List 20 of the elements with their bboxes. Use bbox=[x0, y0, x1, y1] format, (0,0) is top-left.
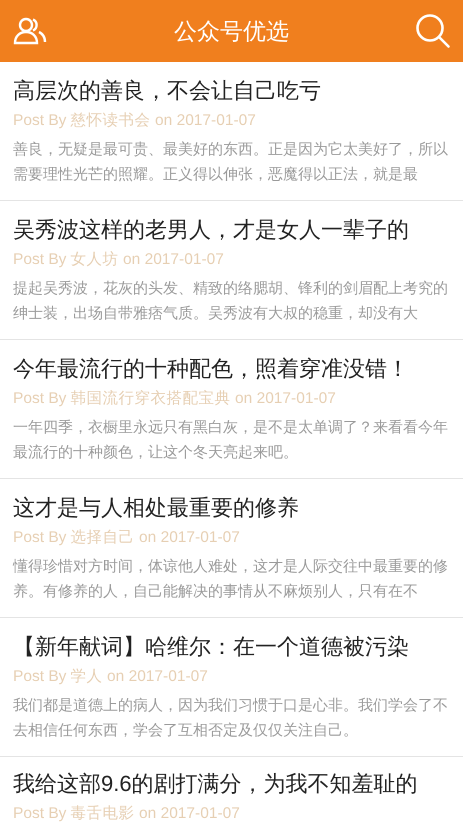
post-summary: 懂得珍惜对方时间，体谅他人难处，这才是人际交往中最重要的修养。有修养的人，自己能解决的事情从不麻烦别人，只有在不 bbox=[13, 557, 449, 602]
post-title[interactable]: 今年最流行的十种配色，照着穿准没错！ bbox=[13, 352, 409, 386]
post-meta: Post By 毒舌电影 on 2017-01-07 bbox=[13, 804, 240, 824]
post-title[interactable]: 这才是与人相处最重要的修养 bbox=[13, 491, 299, 525]
post-meta: Post By 韩国流行穿衣搭配宝典 on 2017-01-07 bbox=[13, 389, 336, 409]
post-title[interactable]: 吴秀波这样的老男人，才是女人一辈子的 bbox=[13, 213, 409, 247]
header-title: 公众号优选 bbox=[174, 16, 289, 46]
people-icon[interactable] bbox=[12, 16, 48, 46]
post-meta: Post By 慈怀读书会 on 2017-01-07 bbox=[13, 111, 256, 131]
post-meta: Post By 学人 on 2017-01-07 bbox=[13, 667, 208, 687]
post-title[interactable]: 【新年献词】哈维尔：在一个道德被污染 bbox=[13, 630, 409, 664]
post-meta: Post By 选择自己 on 2017-01-07 bbox=[13, 528, 240, 548]
post-summary: 善良，无疑是最可贵、最美好的东西。正是因为它太美好了，所以需要理性光芒的照耀。正义得以伸张，恶魔得以正法，就是最 bbox=[13, 140, 449, 185]
post-title[interactable]: 我给这部9.6的剧打满分，为我不知羞耻的 bbox=[13, 767, 418, 801]
search-icon[interactable] bbox=[415, 13, 451, 49]
post-title[interactable]: 高层次的善良，不会让自己吃亏 bbox=[13, 74, 321, 108]
post-summary: 提起吴秀波，花灰的头发、精致的络腮胡、锋利的剑眉配上考究的绅士装，出场自带雅痞气质。吴秀波有大叔的稳重，却没有大 bbox=[13, 279, 449, 324]
post-summary: 我们都是道德上的病人，因为我们习惯于口是心非。我们学会了不去相信任何东西，学会了互相否定及仅仅关注自己。 bbox=[13, 696, 449, 741]
post-meta: Post By 女人坊 on 2017-01-07 bbox=[13, 250, 224, 270]
post-summary: 一年四季，衣橱里永远只有黑白灰，是不是太单调了？来看看今年最流行的十种颜色，让这个冬天亮起来吧。 bbox=[13, 418, 449, 463]
